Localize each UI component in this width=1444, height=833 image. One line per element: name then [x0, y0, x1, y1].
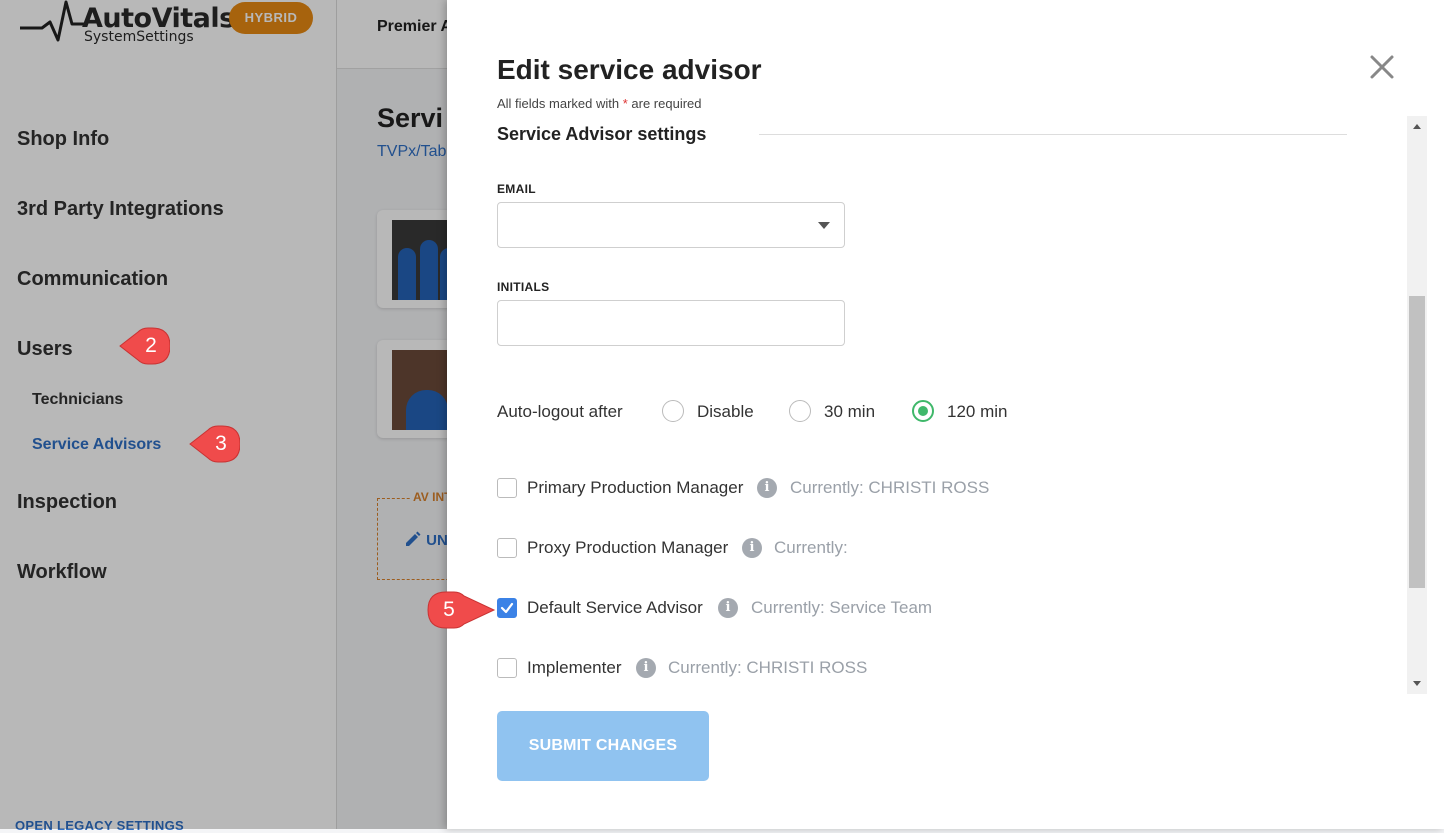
checkmark-icon — [500, 602, 514, 614]
auto-logout-label: Auto-logout after — [497, 402, 623, 421]
proxy-production-manager-current: Currently: — [774, 538, 848, 557]
radio-30-min[interactable] — [789, 400, 811, 422]
callout-number: 2 — [145, 334, 157, 357]
radio-disable-label[interactable]: Disable — [697, 402, 754, 422]
info-icon[interactable]: i — [742, 538, 762, 558]
callout-number: 5 — [443, 598, 455, 621]
callout-badge: 2 — [118, 326, 170, 366]
scroll-up-icon[interactable] — [1413, 124, 1421, 129]
required-fields-note: All fields marked with * are required — [497, 96, 702, 111]
scroll-down-icon[interactable] — [1413, 681, 1421, 686]
initials-label: INITIALS — [497, 280, 550, 294]
callout-badge: 3 — [188, 424, 240, 464]
proxy-production-manager-checkbox[interactable] — [497, 538, 517, 558]
proxy-production-manager-label[interactable]: Proxy Production Manager — [527, 538, 728, 558]
modal-scrollbar[interactable] — [1407, 116, 1427, 694]
primary-production-manager-label[interactable]: Primary Production Manager — [527, 478, 743, 498]
modal-title: Edit service advisor — [497, 54, 762, 85]
submit-changes-button[interactable]: SUBMIT CHANGES — [497, 711, 709, 781]
default-service-advisor-checkbox[interactable] — [497, 598, 517, 618]
default-service-advisor-current: Currently: Service Team — [751, 598, 933, 617]
primary-production-manager-checkbox[interactable] — [497, 478, 517, 498]
implementer-label[interactable]: Implementer — [527, 658, 621, 678]
info-icon[interactable]: i — [718, 598, 738, 618]
close-button[interactable] — [1365, 50, 1399, 84]
edit-service-advisor-modal: Edit service advisor All fields marked w… — [447, 0, 1444, 829]
required-note-prefix: All fields marked with — [497, 96, 623, 111]
radio-120-min[interactable] — [912, 400, 934, 422]
callout-badge: 5 — [424, 590, 496, 630]
radio-120-min-label[interactable]: 120 min — [947, 402, 1007, 422]
close-icon — [1370, 55, 1394, 79]
initials-input[interactable] — [497, 300, 845, 346]
default-service-advisor-label[interactable]: Default Service Advisor — [527, 598, 703, 618]
radio-30-min-label[interactable]: 30 min — [824, 402, 875, 422]
primary-production-manager-current: Currently: CHRISTI ROSS — [790, 478, 990, 497]
section-title: Service Advisor settings — [497, 124, 707, 144]
required-note-suffix: are required — [627, 96, 702, 111]
implementer-checkbox[interactable] — [497, 658, 517, 678]
scroll-thumb[interactable] — [1409, 296, 1425, 588]
callout-number: 3 — [215, 432, 227, 455]
info-icon[interactable]: i — [636, 658, 656, 678]
info-icon[interactable]: i — [757, 478, 777, 498]
chevron-down-icon[interactable] — [818, 222, 830, 229]
section-divider — [759, 134, 1347, 135]
radio-disable[interactable] — [662, 400, 684, 422]
implementer-current: Currently: CHRISTI ROSS — [668, 658, 868, 677]
email-label: EMAIL — [497, 182, 536, 196]
email-select[interactable] — [497, 202, 845, 248]
